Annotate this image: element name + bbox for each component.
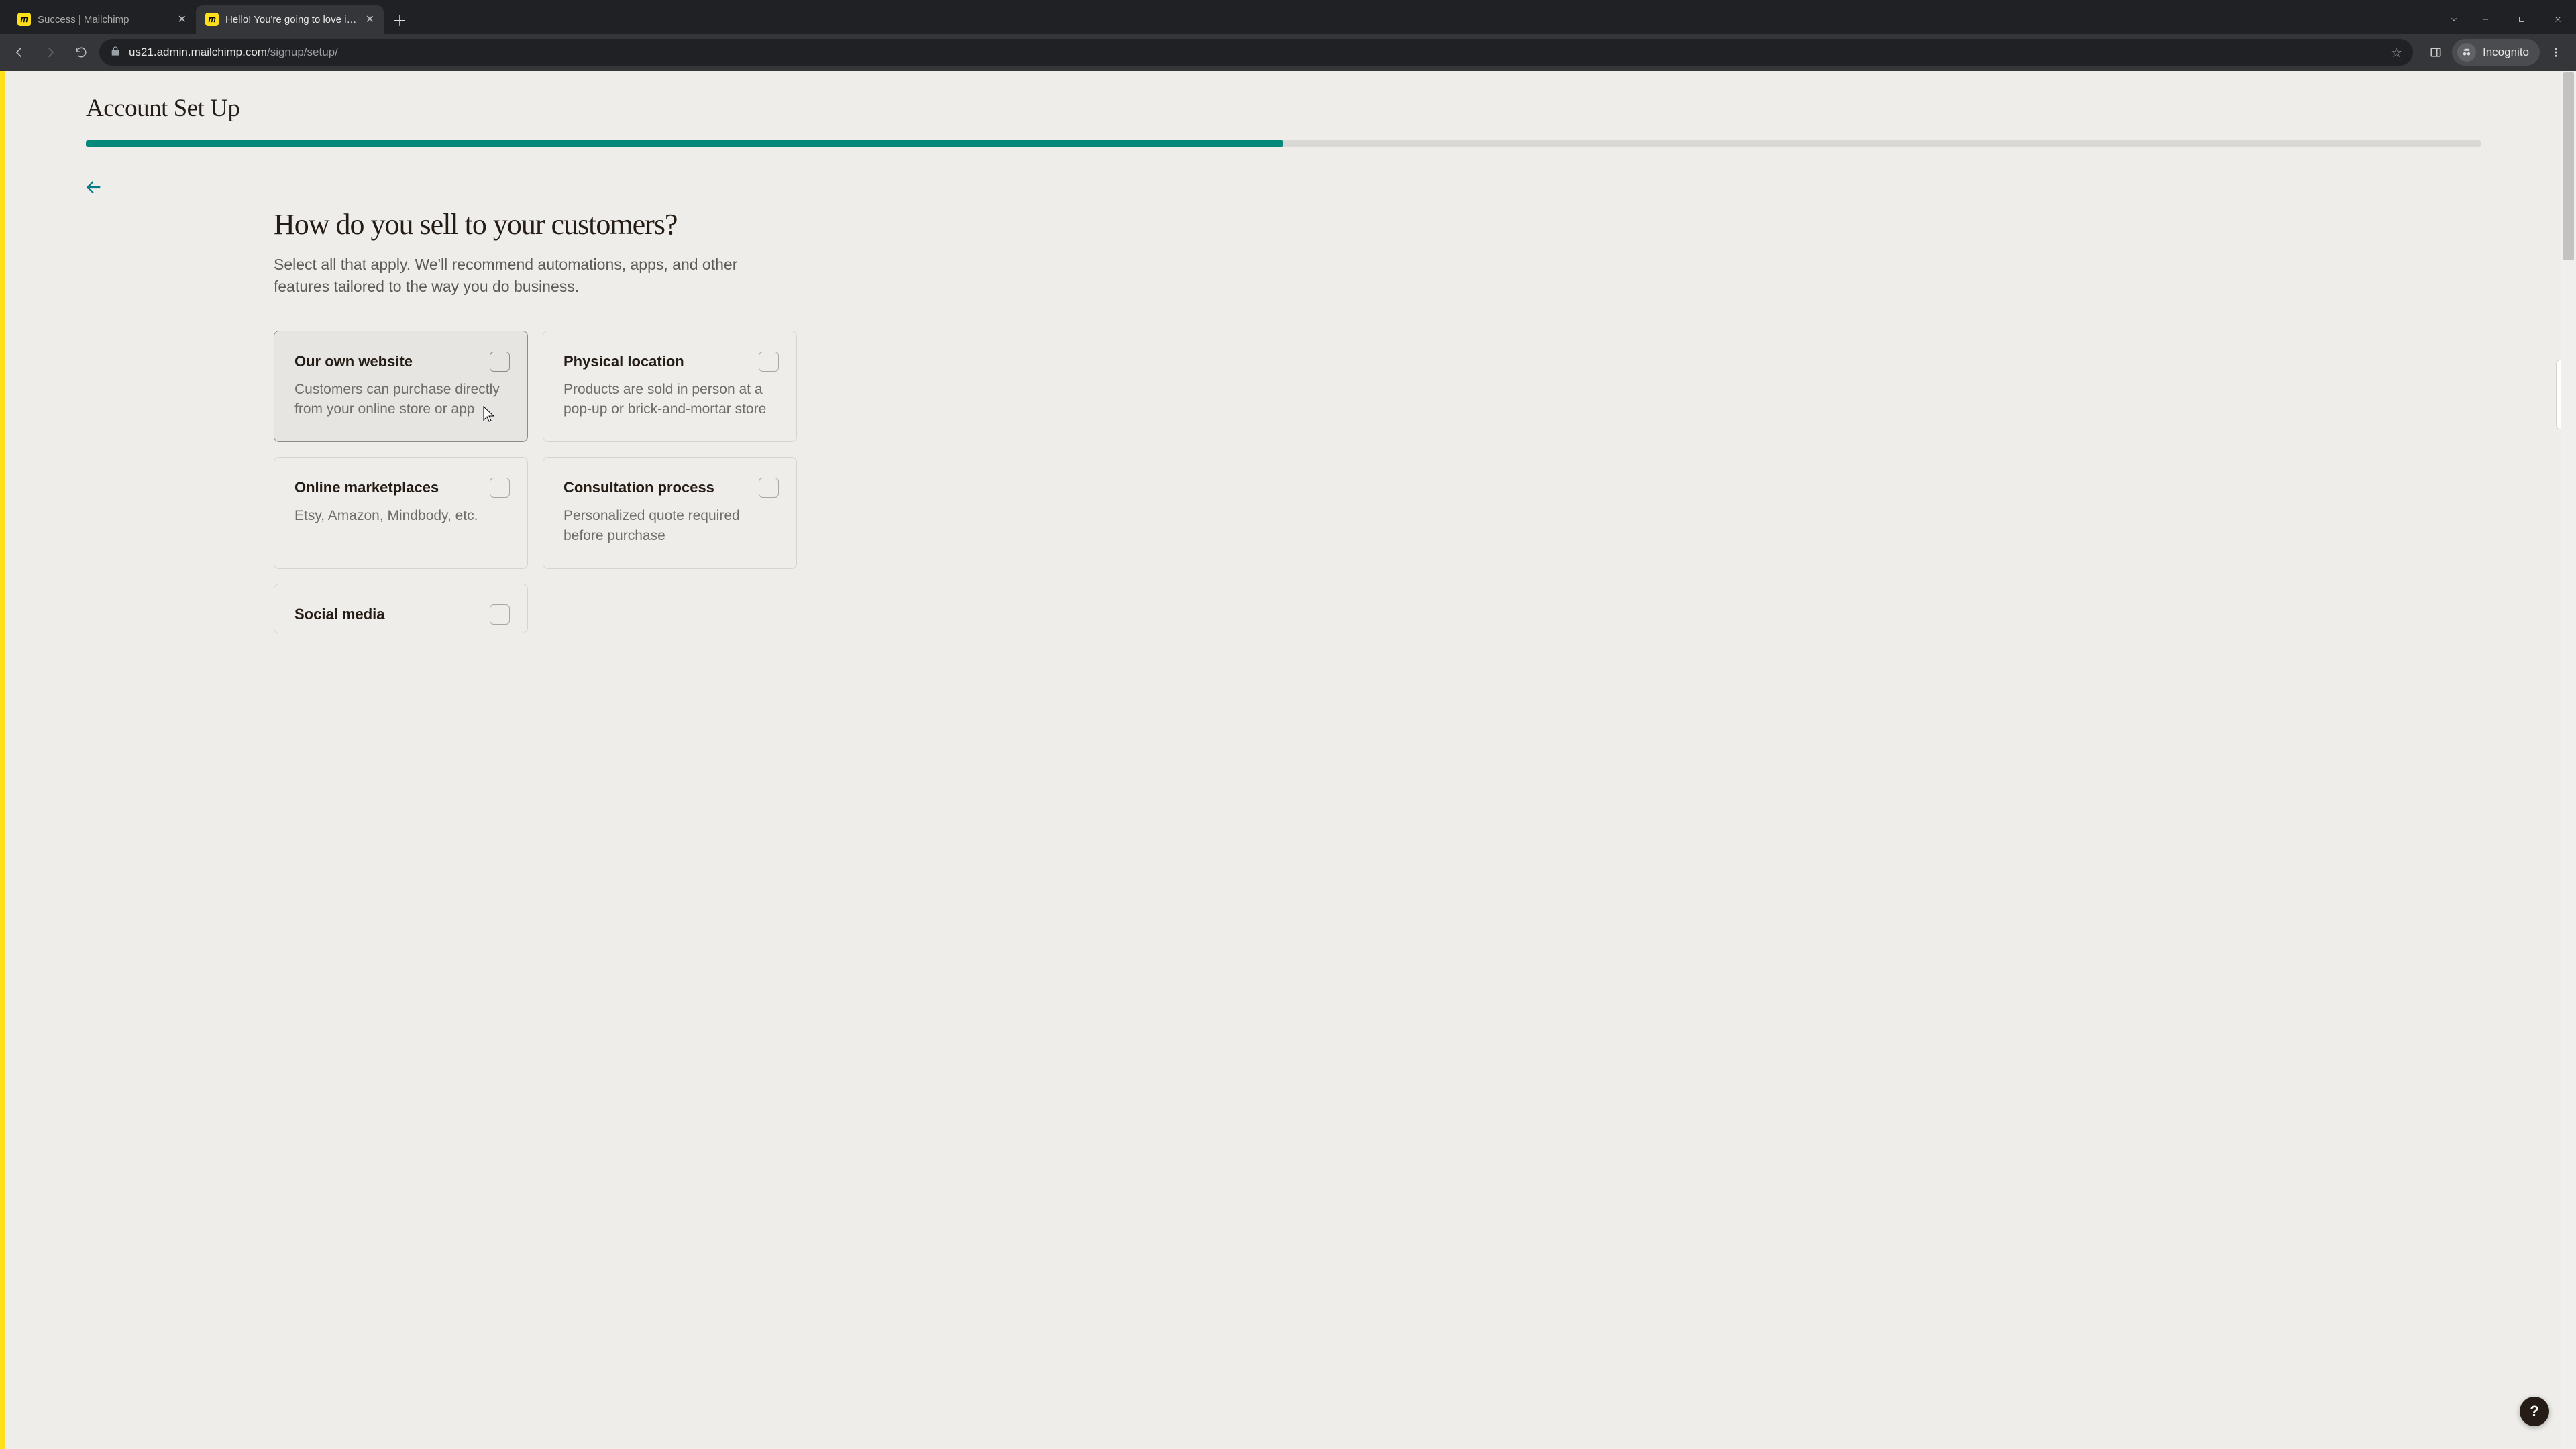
option-desc: Personalized quote required before purch…: [564, 506, 776, 545]
page-title: Account Set Up: [86, 94, 2481, 123]
tab-search-button[interactable]: [2440, 5, 2467, 34]
option-card-physical-location[interactable]: Physical location Products are sold in p…: [543, 331, 797, 443]
option-title: Consultation process: [564, 479, 776, 496]
checkbox[interactable]: [490, 604, 510, 625]
url-text: us21.admin.mailchimp.com/signup/setup/: [129, 46, 338, 59]
option-title: Our own website: [294, 353, 507, 370]
brand-accent-strip: [0, 71, 5, 1449]
help-button[interactable]: ?: [2520, 1397, 2549, 1426]
option-card-social-media[interactable]: Social media: [274, 584, 528, 633]
reload-icon: [74, 46, 88, 59]
option-card-online-marketplaces[interactable]: Online marketplaces Etsy, Amazon, Mindbo…: [274, 457, 528, 569]
option-card-consultation-process[interactable]: Consultation process Personalized quote …: [543, 457, 797, 569]
progress-bar-fill: [86, 140, 1283, 147]
mailchimp-favicon: 𝑚: [17, 13, 31, 26]
page-viewport: Account Set Up How do you sell to your c…: [0, 71, 2576, 1449]
browser-tabstrip: 𝑚 Success | Mailchimp ✕ 𝑚 Hello! You're …: [0, 0, 2576, 34]
browser-toolbar: us21.admin.mailchimp.com/signup/setup/ ☆…: [0, 34, 2576, 71]
checkbox[interactable]: [759, 478, 779, 498]
window-controls: [2440, 5, 2576, 34]
tab-title: Success | Mailchimp: [38, 14, 171, 25]
maximize-icon: [2517, 15, 2526, 24]
incognito-label: Incognito: [2483, 46, 2529, 59]
forward-button[interactable]: [38, 40, 63, 65]
checkbox[interactable]: [490, 478, 510, 498]
close-window-button[interactable]: [2540, 5, 2576, 34]
side-panel-button[interactable]: [2422, 39, 2449, 66]
close-icon[interactable]: ✕: [178, 13, 186, 26]
option-desc: Products are sold in person at a pop-up …: [564, 380, 776, 419]
arrow-left-icon: [13, 46, 26, 59]
arrow-right-icon: [44, 46, 57, 59]
close-icon: [2553, 15, 2563, 24]
option-title: Social media: [294, 606, 507, 623]
option-card-own-website[interactable]: Our own website Customers can purchase d…: [274, 331, 528, 443]
arrow-left-icon: [85, 178, 103, 197]
chevron-down-icon: [2449, 15, 2459, 24]
checkbox[interactable]: [759, 352, 779, 372]
scrollbar-thumb[interactable]: [2563, 72, 2574, 260]
tab-title: Hello! You're going to love it he: [225, 14, 359, 25]
reload-button[interactable]: [68, 40, 94, 65]
option-title: Online marketplaces: [294, 479, 507, 496]
incognito-badge[interactable]: Incognito: [2452, 39, 2540, 66]
mailchimp-favicon: 𝑚: [205, 13, 219, 26]
kebab-icon: [2550, 46, 2562, 58]
checkbox[interactable]: [490, 352, 510, 372]
close-icon[interactable]: ✕: [366, 13, 374, 26]
bookmark-star-icon[interactable]: ☆: [2390, 44, 2402, 61]
option-desc: Customers can purchase directly from you…: [294, 380, 507, 419]
option-desc: Etsy, Amazon, Mindbody, etc.: [294, 506, 507, 525]
minimize-icon: [2481, 15, 2490, 24]
browser-menu-button[interactable]: [2542, 39, 2569, 66]
address-bar[interactable]: us21.admin.mailchimp.com/signup/setup/ ☆: [99, 39, 2413, 66]
back-button[interactable]: [7, 40, 32, 65]
minimize-button[interactable]: [2467, 5, 2504, 34]
panel-icon: [2429, 46, 2443, 59]
maximize-button[interactable]: [2504, 5, 2540, 34]
scrollbar-track[interactable]: [2561, 71, 2576, 1449]
option-title: Physical location: [564, 353, 776, 370]
toolbar-right: Incognito: [2422, 39, 2569, 66]
option-grid: Our own website Customers can purchase d…: [274, 331, 797, 634]
new-tab-button[interactable]: ＋: [388, 8, 412, 32]
browser-tab-0[interactable]: 𝑚 Success | Mailchimp ✕: [8, 5, 196, 34]
browser-tab-1[interactable]: 𝑚 Hello! You're going to love it he ✕: [196, 5, 384, 34]
page-content: Account Set Up How do you sell to your c…: [5, 71, 2561, 1449]
step-back-button[interactable]: [80, 174, 107, 201]
lock-icon: [110, 46, 121, 60]
progress-bar: [86, 140, 2481, 147]
question-block: How do you sell to your customers? Selec…: [274, 207, 797, 633]
question-heading: How do you sell to your customers?: [274, 207, 797, 241]
question-subtext: Select all that apply. We'll recommend a…: [274, 254, 784, 299]
incognito-icon: [2457, 43, 2476, 62]
